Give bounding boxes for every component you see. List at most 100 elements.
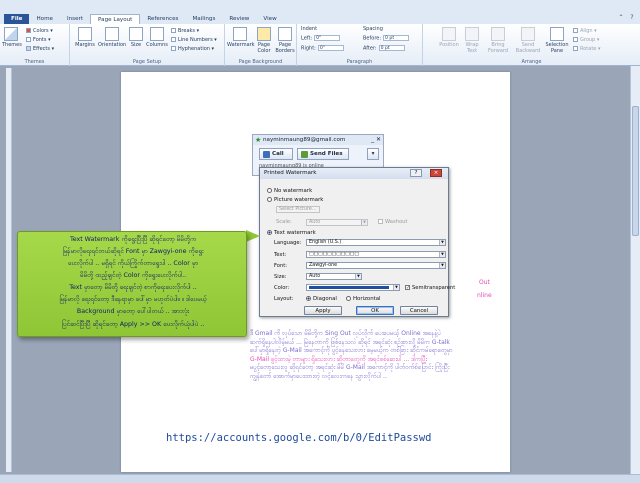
help-button[interactable]: ? bbox=[410, 169, 422, 177]
title-bar bbox=[0, 0, 640, 14]
breaks-button[interactable]: Breaks ▾ bbox=[171, 28, 199, 34]
chevron-down-icon: ▼ bbox=[361, 220, 367, 225]
tab-references[interactable]: References bbox=[140, 14, 185, 24]
doc-line: ဒီ Gmail ကို လုပ်သော မိမိတို့က Sing Out … bbox=[250, 330, 441, 337]
no-watermark-radio[interactable]: No watermark bbox=[267, 188, 312, 194]
spacing-after-input[interactable]: 0 pt bbox=[378, 45, 405, 51]
spacing-before-input[interactable]: 0 pt bbox=[383, 35, 410, 41]
colors-icon bbox=[26, 28, 31, 33]
send-files-button[interactable]: Send Files bbox=[297, 148, 349, 160]
callout-line: Text မှာတော့ မိမိတို့ ရေးချင်တဲ့ စာကိုရေ… bbox=[69, 284, 197, 291]
gtalk-menu-button[interactable]: ▾ bbox=[367, 148, 379, 160]
size-button[interactable]: Size bbox=[128, 27, 144, 48]
close-icon[interactable]: _ ✕ bbox=[371, 135, 381, 145]
send-backward-button[interactable]: Send Backward bbox=[513, 27, 543, 54]
callout-line: ပြင်ဆင်ပြီးပြီ ဆိုရင်တော့ Apply >> OK ပေ… bbox=[61, 321, 205, 328]
callout-line: ပေးလိုက်ပါ .. မရှိရင် ကိုယ်ကြိုက်တာရွေးပ… bbox=[67, 260, 199, 267]
indent-right-input[interactable]: 0" bbox=[317, 45, 344, 51]
phone-icon bbox=[263, 151, 270, 158]
tab-review[interactable]: Review bbox=[222, 14, 256, 24]
rotate-button[interactable]: Rotate ▾ bbox=[573, 46, 600, 52]
colors-button[interactable]: Colors ▾ bbox=[26, 28, 53, 34]
indent-left-input[interactable]: 0" bbox=[314, 35, 341, 41]
callout-pointer bbox=[246, 230, 260, 242]
vertical-scrollbar[interactable] bbox=[630, 66, 640, 474]
scale-select[interactable]: Auto ▼ bbox=[306, 219, 368, 226]
hyphenation-button[interactable]: Hyphenation ▾ bbox=[171, 46, 214, 52]
text-input[interactable]: □□□□□□□□□□□ ▼ bbox=[306, 251, 446, 258]
help-icon[interactable]: ? bbox=[628, 14, 636, 22]
font-select[interactable]: Zawgyi-one ▼ bbox=[306, 262, 446, 269]
themes-button[interactable]: Themes bbox=[2, 27, 22, 48]
washout-checkbox[interactable]: Washout bbox=[378, 219, 407, 225]
layout-label: Layout: bbox=[274, 296, 294, 302]
page-setup-group: Margins Orientation Size Columns Breaks … bbox=[70, 24, 225, 66]
orientation-button[interactable]: Orientation bbox=[98, 27, 126, 48]
ok-button[interactable]: OK bbox=[356, 306, 394, 315]
close-button[interactable]: × bbox=[430, 169, 442, 177]
tab-home[interactable]: Home bbox=[29, 14, 60, 24]
spacing-before: Before: 0 pt bbox=[363, 35, 410, 42]
tab-view[interactable]: View bbox=[256, 14, 283, 24]
scrollbar-thumb[interactable] bbox=[632, 106, 639, 236]
doc-line: မပွင့်တော့သေးလူ ဆိုရင်တော့ အရင်ဆုံး မိမိ… bbox=[250, 364, 450, 371]
columns-button[interactable]: Columns bbox=[146, 27, 168, 48]
margins-button[interactable]: Margins bbox=[74, 27, 96, 48]
fonts-button[interactable]: Fonts ▾ bbox=[26, 37, 51, 43]
doc-line: G-Mail ဖွင့်ထားမဲ့ တာများ ရှိသေးလား ဆိုတ… bbox=[250, 355, 428, 363]
tab-page-layout[interactable]: Page Layout bbox=[90, 14, 141, 24]
select-picture-button[interactable]: Select Picture... bbox=[276, 206, 320, 213]
tab-mailings[interactable]: Mailings bbox=[185, 14, 222, 24]
position-button[interactable]: Position bbox=[437, 27, 461, 48]
selection-pane-button[interactable]: Selection Pane bbox=[545, 27, 569, 54]
tab-file[interactable]: File bbox=[4, 14, 30, 24]
arrange-group: Position Wrap Text Bring Forward Send Ba… bbox=[423, 24, 640, 66]
page-borders-button[interactable]: Page Borders bbox=[275, 27, 295, 54]
selection-pane-icon bbox=[550, 27, 564, 41]
breaks-icon bbox=[171, 28, 176, 33]
gtalk-header: ★ nayminmaung89@gmail.com _ ✕ bbox=[253, 135, 383, 145]
themes-group-label: Themes bbox=[24, 59, 45, 65]
chevron-down-icon: ▼ bbox=[439, 252, 445, 257]
orientation-icon bbox=[105, 27, 119, 41]
call-button[interactable]: Call bbox=[259, 148, 293, 160]
status-bar bbox=[0, 474, 640, 483]
callout-line: Text Watermark ကိုရွေးပြီးပြီ ဆိုရင်တော့… bbox=[69, 236, 197, 243]
horizontal-radio[interactable]: Horizontal bbox=[346, 296, 381, 302]
group-button[interactable]: Group ▾ bbox=[573, 37, 599, 43]
align-button[interactable]: Align ▾ bbox=[573, 28, 597, 34]
edit-password-link[interactable]: https://accounts.google.com/b/0/EditPass… bbox=[166, 432, 432, 444]
line-numbers-icon bbox=[171, 37, 176, 42]
ribbon-controls: ⌃ ? bbox=[617, 14, 636, 22]
doc-line: ကျွန်တော် အောက်မှာပေးထားတဲ့ လင့်လေးကနေ သ… bbox=[250, 372, 387, 380]
size-select[interactable]: Auto ▼ bbox=[306, 273, 362, 280]
effects-button[interactable]: Effects ▾ bbox=[26, 46, 54, 52]
doc-side-text-2: nline bbox=[477, 292, 492, 299]
chevron-down-icon: ▼ bbox=[439, 263, 445, 268]
indent-label: Indent bbox=[301, 26, 318, 32]
send-files-icon bbox=[301, 151, 308, 158]
bring-forward-button[interactable]: Bring Forward bbox=[485, 27, 511, 54]
columns-icon bbox=[150, 27, 164, 41]
margins-icon bbox=[78, 27, 92, 41]
watermark-icon bbox=[233, 27, 247, 41]
cancel-button[interactable]: Cancel bbox=[400, 306, 438, 315]
semitransparent-checkbox[interactable]: ✓ Semitransparent bbox=[405, 285, 455, 291]
wrap-text-button[interactable]: Wrap Text bbox=[463, 27, 481, 54]
tab-insert[interactable]: Insert bbox=[60, 14, 90, 24]
minimize-ribbon-icon[interactable]: ⌃ bbox=[617, 14, 625, 22]
apply-button[interactable]: Apply bbox=[304, 306, 342, 315]
watermark-button[interactable]: Watermark bbox=[227, 27, 255, 48]
size-icon bbox=[129, 27, 143, 41]
diagonal-radio[interactable]: Diagonal bbox=[306, 296, 337, 302]
line-numbers-button[interactable]: Line Numbers ▾ bbox=[171, 37, 217, 43]
color-select[interactable]: ▼ bbox=[306, 284, 400, 291]
language-select[interactable]: English (U.S.) ▼ bbox=[306, 239, 446, 246]
doc-line: ဆက်ရှိနေပါလိမ့်မယ် ... မြဲနေတာကို ဖြစ်နေ… bbox=[250, 338, 450, 346]
picture-watermark-radio[interactable]: Picture watermark bbox=[267, 197, 323, 203]
online-star-icon: ★ bbox=[255, 136, 262, 144]
page-color-button[interactable]: Page Color bbox=[255, 27, 273, 54]
text-watermark-radio[interactable]: Text watermark bbox=[267, 230, 316, 236]
rotate-icon bbox=[573, 46, 578, 51]
scale-label: Scale: bbox=[276, 219, 292, 225]
